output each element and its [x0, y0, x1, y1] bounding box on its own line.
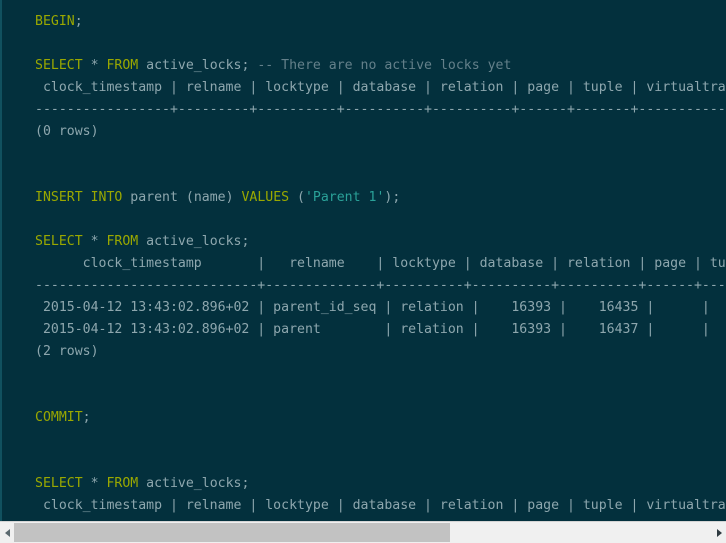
code-token: (0 rows) [35, 124, 99, 139]
scroll-right-button[interactable] [712, 522, 726, 543]
code-line: BEGIN; [35, 11, 726, 33]
code-token: 2015-04-12 13:43:02.896+02 | parent | re… [35, 322, 710, 337]
code-token: SELECT [35, 58, 83, 73]
code-token: COMMIT [35, 410, 83, 425]
code-token: parent (name) [122, 190, 242, 205]
code-token: FROM [106, 476, 139, 491]
code-token: clock_timestamp | relname | locktype | d… [35, 498, 726, 513]
code-token: active_locks; [138, 234, 250, 249]
code-line: COMMIT; [35, 407, 726, 429]
code-token: active_locks; [138, 58, 258, 73]
horizontal-scrollbar[interactable] [0, 521, 726, 543]
code-token: ); [384, 190, 401, 205]
scrollbar-track[interactable] [14, 522, 712, 543]
code-token: ; [82, 410, 91, 425]
terminal-window: BEGIN; SELECT * FROM active_locks; -- Th… [0, 0, 726, 543]
code-token: ; [74, 14, 83, 29]
code-token: * [82, 476, 107, 491]
code-token: * [82, 234, 107, 249]
code-line: clock_timestamp | relname | locktype | d… [35, 77, 726, 99]
code-line: SELECT * FROM active_locks; [35, 473, 726, 495]
code-line: ----------------------------+-----------… [35, 275, 726, 297]
code-line: clock_timestamp | relname | locktype | d… [35, 495, 726, 517]
code-token: SELECT [35, 234, 83, 249]
code-token: ----------------------------+-----------… [35, 278, 726, 293]
code-token: BEGIN [35, 14, 75, 29]
code-token: SELECT [35, 476, 83, 491]
sql-console-output-pane[interactable]: BEGIN; SELECT * FROM active_locks; -- Th… [0, 0, 726, 521]
code-token: ( [289, 190, 305, 205]
code-token: FROM [106, 58, 139, 73]
triangle-left-icon [4, 528, 10, 537]
code-line: SELECT * FROM active_locks; [35, 231, 726, 253]
code-token: -- There are no active locks yet [257, 58, 512, 73]
code-line: clock_timestamp | relname | locktype | d… [35, 253, 726, 275]
code-token: * [82, 58, 107, 73]
code-token: 'Parent 1' [304, 190, 385, 205]
code-token: active_locks; [138, 476, 250, 491]
code-token: INTO [90, 190, 123, 205]
code-line: 2015-04-12 13:43:02.896+02 | parent_id_s… [35, 297, 726, 319]
code-line: -----------------+---------+----------+-… [35, 99, 726, 121]
code-token: VALUES [241, 190, 290, 205]
code-line: (2 rows) [35, 341, 726, 363]
scroll-left-button[interactable] [0, 522, 14, 543]
code-token: clock_timestamp | relname | locktype | d… [35, 256, 726, 271]
code-line: (0 rows) [35, 121, 726, 143]
code-token: clock_timestamp | relname | locktype | d… [35, 80, 726, 95]
triangle-right-icon [716, 528, 722, 537]
code-token: FROM [106, 234, 139, 249]
code-token: INSERT [35, 190, 83, 205]
scrollbar-thumb[interactable] [14, 523, 450, 542]
code-line: 2015-04-12 13:43:02.896+02 | parent | re… [35, 319, 726, 341]
code-token: (2 rows) [35, 344, 99, 359]
code-token: -----------------+---------+----------+-… [35, 102, 726, 117]
code-line: SELECT * FROM active_locks; -- There are… [35, 55, 726, 77]
code-token: 2015-04-12 13:43:02.896+02 | parent_id_s… [35, 300, 710, 315]
code-line: INSERT INTO parent (name) VALUES ('Paren… [35, 187, 726, 209]
code-lines-container: BEGIN; SELECT * FROM active_locks; -- Th… [35, 11, 726, 521]
